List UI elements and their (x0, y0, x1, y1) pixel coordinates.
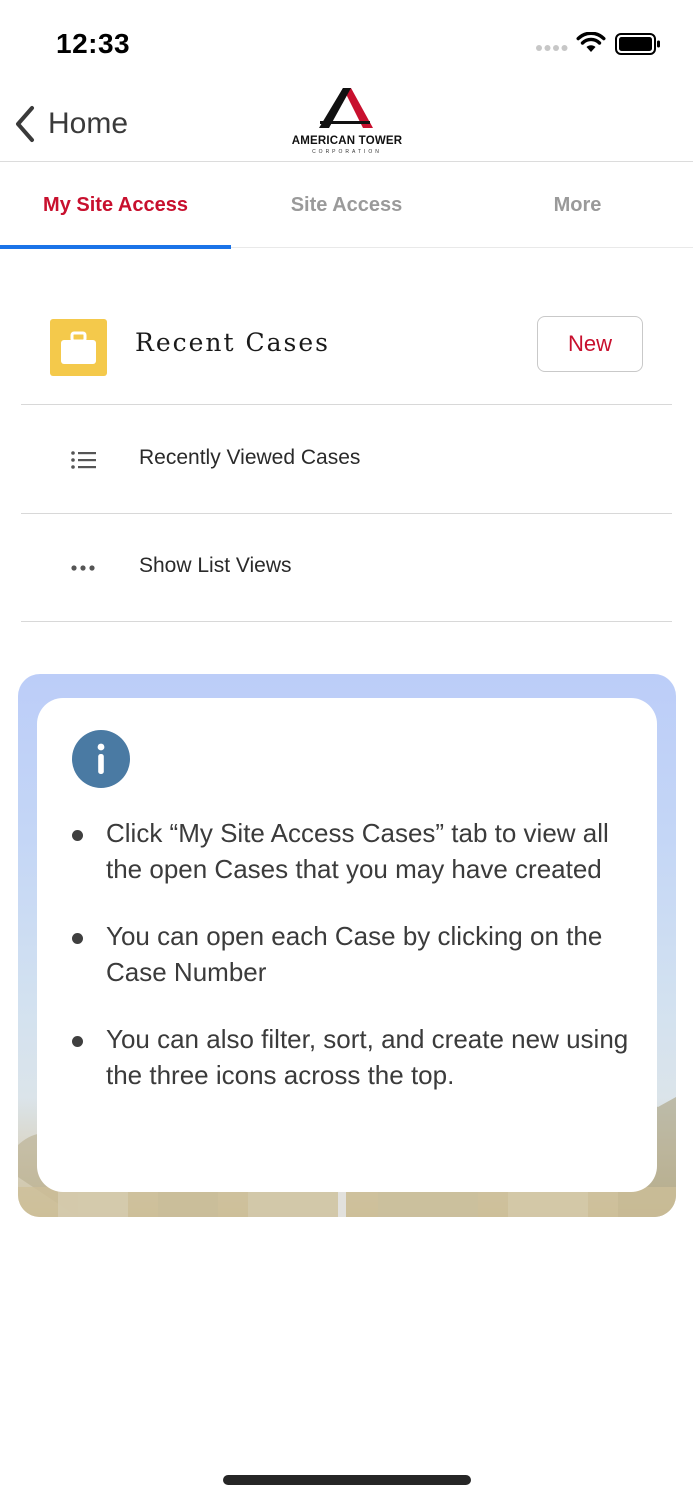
info-card-background: Click “My Site Access Cases” tab to view… (18, 674, 676, 1217)
recent-cases-title: Recent Cases (135, 328, 330, 357)
info-bullet-text: You can also filter, sort, and create ne… (106, 1024, 629, 1090)
status-bar: 12:33 (0, 0, 693, 86)
tab-more[interactable]: More (462, 163, 693, 248)
back-button[interactable]: Home (12, 100, 128, 148)
info-bullet-item: You can open each Case by clicking on th… (70, 919, 630, 990)
info-bullet-item: Click “My Site Access Cases” tab to view… (70, 816, 630, 887)
cellular-signal-icon (536, 45, 568, 51)
active-tab-indicator (0, 245, 231, 249)
logo-wordmark: AMERICAN TOWER (291, 135, 403, 147)
info-bullet-text: Click “My Site Access Cases” tab to view… (106, 818, 609, 884)
briefcase-icon (50, 319, 107, 376)
list-icon (71, 451, 96, 469)
recently-viewed-cases-row[interactable]: Recently Viewed Cases (21, 406, 672, 514)
wifi-icon (576, 32, 606, 52)
tab-site-access[interactable]: Site Access (231, 163, 462, 248)
info-bullet-text: You can open each Case by clicking on th… (106, 921, 603, 987)
battery-icon (615, 33, 660, 55)
logo-mark-icon (319, 88, 373, 128)
show-list-views-row[interactable]: Show List Views (21, 514, 672, 622)
tab-bar: My Site Access Site Access More (0, 163, 693, 249)
new-case-button[interactable]: New (537, 316, 643, 372)
more-dots-icon (71, 565, 95, 571)
status-time: 12:33 (56, 28, 131, 59)
info-bullet-list: Click “My Site Access Cases” tab to view… (70, 816, 630, 1125)
logo-subtitle: CORPORATION (312, 149, 382, 155)
chevron-left-icon (16, 106, 34, 142)
app-screen: 12:33 Home AMERICAN TOWER CORPORATION My… (0, 0, 693, 1500)
american-tower-logo: AMERICAN TOWER CORPORATION (279, 88, 415, 158)
home-indicator[interactable] (223, 1475, 471, 1485)
back-label: Home (48, 107, 129, 140)
info-icon (72, 730, 130, 788)
briefcase-glyph (61, 331, 96, 364)
navigation-bar: Home AMERICAN TOWER CORPORATION (0, 86, 693, 162)
bullet-dot (72, 1036, 83, 1047)
tab-my-site-access[interactable]: My Site Access (0, 163, 231, 248)
recent-cases-header: Recent Cases New (21, 290, 672, 405)
info-bullet-item: You can also filter, sort, and create ne… (70, 1022, 630, 1093)
recently-viewed-cases-label: Recently Viewed Cases (139, 446, 361, 469)
info-card: Click “My Site Access Cases” tab to view… (37, 698, 657, 1192)
bullet-dot (72, 933, 83, 944)
show-list-views-label: Show List Views (139, 554, 292, 577)
bullet-dot (72, 830, 83, 841)
